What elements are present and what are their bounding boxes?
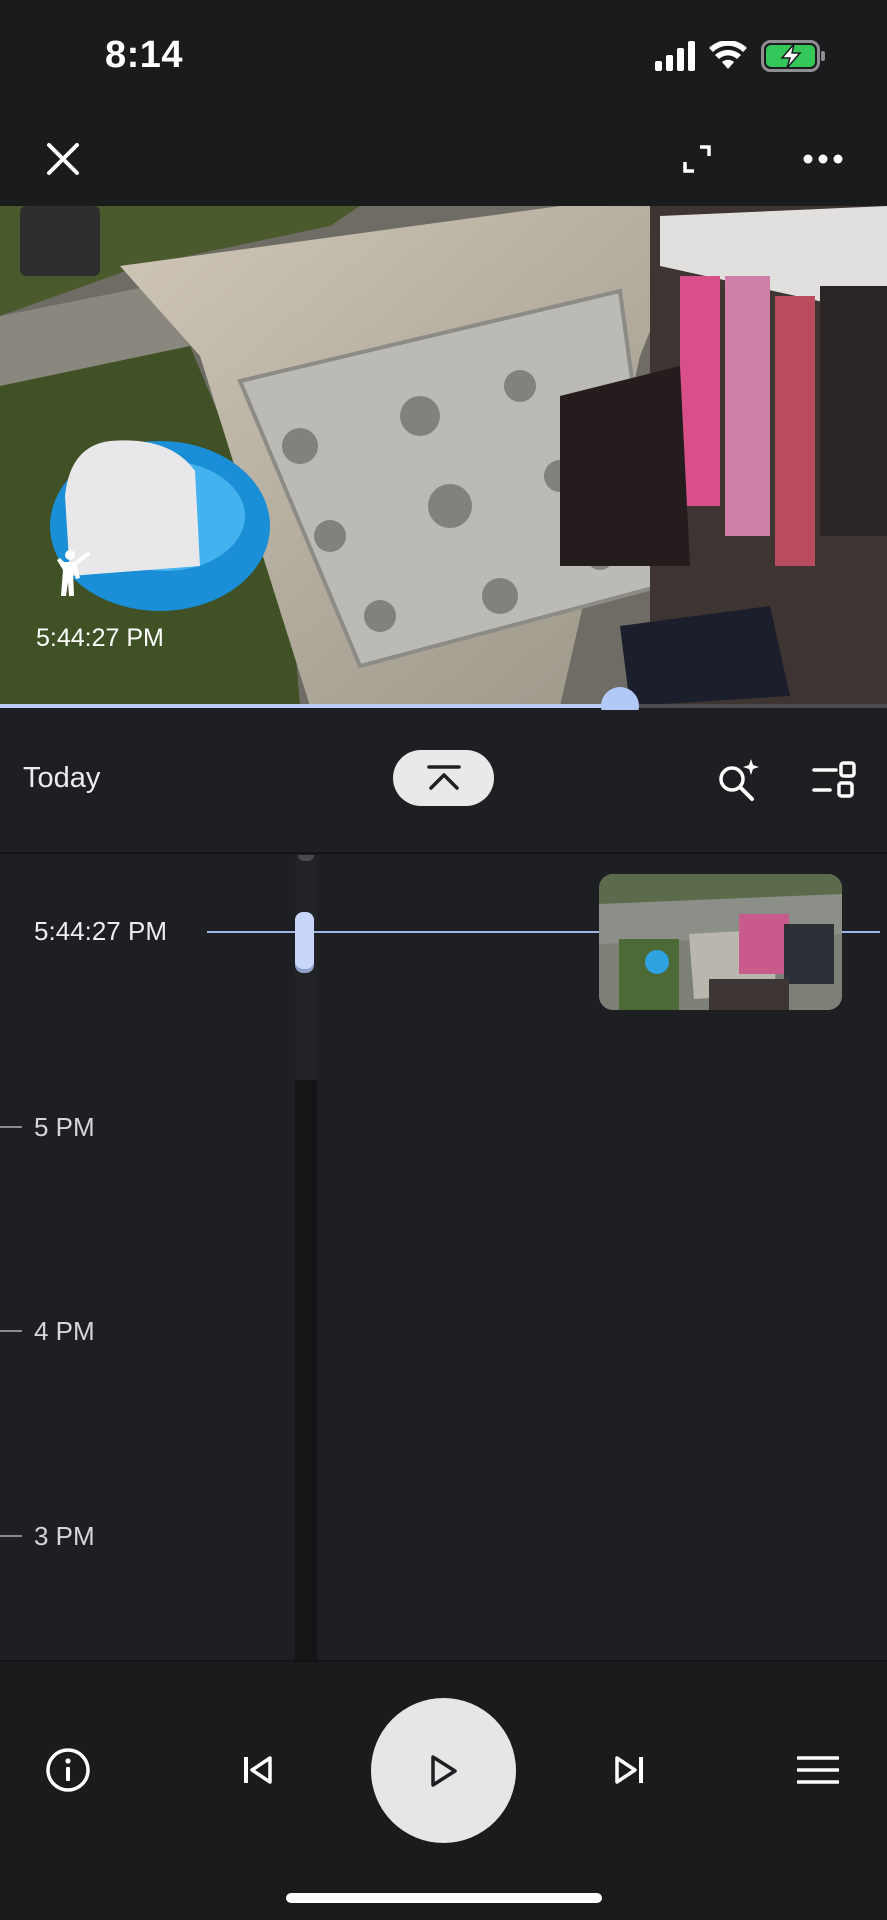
more-options-icon xyxy=(803,154,843,164)
camera-video-frame[interactable]: 5:44:27 PM xyxy=(0,206,887,706)
video-scrubber[interactable] xyxy=(0,702,887,710)
event-person-marker[interactable] xyxy=(50,548,94,603)
hour-marker: 5 PM xyxy=(0,1112,95,1142)
menu-icon xyxy=(797,1756,839,1784)
playback-controls xyxy=(0,1660,887,1920)
scrubber-progress xyxy=(0,704,620,708)
hour-tick xyxy=(0,1330,22,1332)
hour-tick xyxy=(0,1126,22,1128)
previous-event-icon xyxy=(244,1756,272,1784)
status-bar: 8:14 xyxy=(0,0,887,110)
home-indicator[interactable] xyxy=(286,1893,602,1903)
scrubber-remaining xyxy=(620,704,887,708)
hour-label: 4 PM xyxy=(34,1315,95,1346)
signal-icon xyxy=(655,41,695,71)
timeline-header: Today xyxy=(0,710,887,854)
event-time-label: 5:44:27 PM xyxy=(36,624,164,652)
status-time: 8:14 xyxy=(105,34,184,76)
fullscreen-icon xyxy=(683,145,711,173)
hour-marker: 3 PM xyxy=(0,1521,95,1551)
previous-event-button[interactable] xyxy=(230,1742,286,1798)
search-sparkle-icon xyxy=(719,759,759,801)
person-icon xyxy=(57,550,90,596)
top-app-bar xyxy=(0,110,887,206)
menu-button[interactable] xyxy=(790,1742,846,1798)
event-thumbnail-image xyxy=(599,874,842,1010)
info-button[interactable] xyxy=(40,1742,96,1798)
more-options-button[interactable] xyxy=(794,130,852,188)
status-icons xyxy=(655,40,827,72)
hour-tick xyxy=(0,1535,22,1537)
play-icon xyxy=(430,1754,457,1787)
filter-button[interactable] xyxy=(808,754,860,806)
date-label[interactable]: Today xyxy=(23,762,100,795)
close-icon xyxy=(47,143,79,175)
hour-marker: 4 PM xyxy=(0,1316,95,1346)
next-event-button[interactable] xyxy=(601,1742,657,1798)
battery-charging-icon xyxy=(761,40,825,72)
play-button[interactable] xyxy=(371,1698,516,1843)
hour-label: 3 PM xyxy=(34,1520,95,1551)
smart-search-button[interactable] xyxy=(712,754,764,806)
collapse-up-icon xyxy=(426,765,461,790)
collapse-button[interactable] xyxy=(393,750,494,806)
next-event-icon xyxy=(615,1756,643,1784)
event-timeline[interactable]: 5:44:27 PM 5 PM 4 PM 3 PM xyxy=(0,855,887,1660)
current-time-label: 5:44:27 PM xyxy=(34,916,167,946)
timeline-handle[interactable] xyxy=(295,912,314,969)
wifi-icon xyxy=(709,41,747,69)
event-thumbnail[interactable] xyxy=(599,874,842,1010)
filter-icon xyxy=(812,761,856,798)
close-button[interactable] xyxy=(34,130,92,188)
hour-label: 5 PM xyxy=(34,1111,95,1142)
fullscreen-button[interactable] xyxy=(668,130,726,188)
info-icon xyxy=(46,1748,90,1792)
